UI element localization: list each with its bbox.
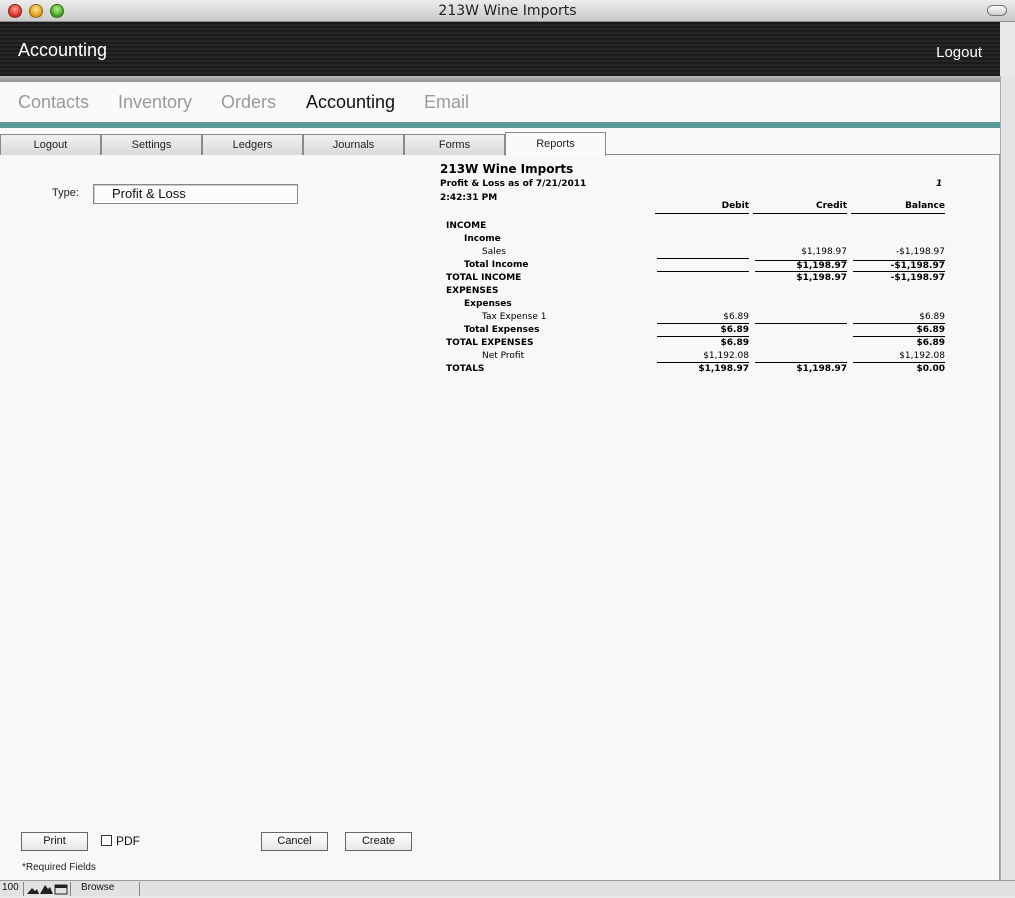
nav-orders[interactable]: Orders — [221, 92, 276, 113]
mode-indicator[interactable]: Browse — [70, 882, 140, 896]
window-titlebar: 213W Wine Imports — [0, 0, 1015, 22]
row-label: Income — [464, 234, 501, 244]
zoom-controls — [26, 883, 68, 895]
report-row: INCOME — [440, 221, 950, 234]
reports-panel: Type: Profit & Loss 213W Wine Imports Pr… — [0, 155, 1000, 880]
required-fields-note: *Required Fields — [22, 862, 96, 873]
main-navigation: Contacts Inventory Orders Accounting Ema… — [0, 82, 1000, 122]
debit-cell — [657, 247, 749, 259]
report-row: Expenses — [440, 299, 950, 312]
row-label: TOTALS — [446, 364, 485, 374]
tab-logout[interactable]: Logout — [0, 134, 101, 155]
report-row: Total Expenses $6.89 $6.89 — [440, 325, 950, 338]
column-debit: Debit — [655, 201, 749, 214]
report-row: TOTALS $1,198.97 $1,198.97 $0.00 — [440, 364, 950, 377]
row-label: Sales — [482, 247, 506, 257]
tab-reports[interactable]: Reports — [505, 132, 606, 156]
row-label: TOTAL EXPENSES — [446, 338, 534, 348]
report-row: Net Profit $1,192.08 $1,192.08 — [440, 351, 950, 364]
report-row: TOTAL EXPENSES $6.89 $6.89 — [440, 338, 950, 351]
zoom-level[interactable]: 100 — [2, 882, 24, 896]
balance-cell: -$1,198.97 — [890, 273, 945, 283]
balance-cell: $6.89 — [853, 312, 945, 324]
report-subtitle: Profit & Loss as of 7/21/2011 — [440, 179, 587, 189]
window-title: 213W Wine Imports — [438, 3, 577, 19]
report-row: Sales $1,198.97 -$1,198.97 — [440, 247, 950, 260]
balance-cell: -$1,198.97 — [853, 260, 945, 272]
nav-accounting[interactable]: Accounting — [306, 92, 395, 113]
credit-cell — [755, 338, 847, 350]
pdf-checkbox[interactable] — [101, 835, 112, 846]
report-row: Tax Expense 1 $6.89 $6.89 — [440, 312, 950, 325]
tab-settings[interactable]: Settings — [101, 134, 202, 155]
debit-cell: $6.89 — [657, 325, 749, 337]
print-button[interactable]: Print — [21, 832, 88, 851]
nav-inventory[interactable]: Inventory — [118, 92, 192, 113]
nav-contacts[interactable]: Contacts — [18, 92, 89, 113]
report-page-number: 1 — [936, 179, 943, 189]
balance-cell: $6.89 — [916, 338, 945, 348]
report-type-select[interactable]: Profit & Loss — [93, 184, 298, 204]
credit-cell: $1,198.97 — [796, 364, 847, 374]
toolbar-toggle-button[interactable] — [987, 5, 1007, 16]
balance-cell: $6.89 — [853, 325, 945, 337]
tab-journals[interactable]: Journals — [303, 134, 404, 155]
debit-cell: $6.89 — [657, 312, 749, 324]
row-label: TOTAL INCOME — [446, 273, 522, 283]
app-header: Accounting Logout — [0, 22, 1000, 76]
credit-cell — [755, 351, 847, 363]
column-credit: Credit — [753, 201, 847, 214]
status-bar: 100 Browse — [0, 880, 1015, 896]
report-row: Total Income $1,198.97 -$1,198.97 — [440, 260, 950, 273]
balance-cell: $1,192.08 — [853, 351, 945, 363]
report-row: Income — [440, 234, 950, 247]
cancel-button[interactable]: Cancel — [261, 832, 328, 851]
sub-tabs: Logout Settings Ledgers Journals Forms R… — [0, 128, 1000, 156]
debit-cell: $1,198.97 — [698, 364, 749, 374]
row-label: Tax Expense 1 — [482, 312, 547, 322]
debit-cell — [657, 260, 749, 272]
window-right-edge — [1000, 76, 1015, 881]
type-label: Type: — [52, 187, 79, 199]
tab-forms[interactable]: Forms — [404, 134, 505, 155]
credit-cell — [755, 312, 847, 324]
credit-cell: $1,198.97 — [755, 260, 847, 272]
row-label: INCOME — [446, 221, 487, 231]
credit-cell — [755, 325, 847, 337]
report-row: TOTAL INCOME $1,198.97 -$1,198.97 — [440, 273, 950, 286]
report-time: 2:42:31 PM — [440, 193, 498, 203]
tab-ledgers[interactable]: Ledgers — [202, 134, 303, 155]
zoom-mountains-icon[interactable] — [26, 883, 68, 895]
credit-cell: $1,198.97 — [801, 247, 847, 257]
debit-cell — [657, 273, 749, 285]
pdf-label: PDF — [116, 834, 140, 848]
nav-email[interactable]: Email — [424, 92, 469, 113]
create-button[interactable]: Create — [345, 832, 412, 851]
column-balance: Balance — [851, 201, 945, 214]
debit-cell: $6.89 — [720, 338, 749, 348]
row-label: Total Expenses — [464, 325, 540, 335]
report-row: EXPENSES — [440, 286, 950, 299]
row-label: EXPENSES — [446, 286, 499, 296]
header-logout-link[interactable]: Logout — [936, 44, 982, 61]
balance-cell: $0.00 — [916, 364, 945, 374]
report-company: 213W Wine Imports — [440, 162, 574, 176]
debit-cell: $1,192.08 — [657, 351, 749, 363]
row-label: Total Income — [464, 260, 529, 270]
row-label: Expenses — [464, 299, 512, 309]
credit-cell: $1,198.97 — [796, 273, 847, 283]
row-label: Net Profit — [482, 351, 525, 361]
page-title: Accounting — [18, 40, 108, 60]
balance-cell: -$1,198.97 — [895, 247, 945, 257]
